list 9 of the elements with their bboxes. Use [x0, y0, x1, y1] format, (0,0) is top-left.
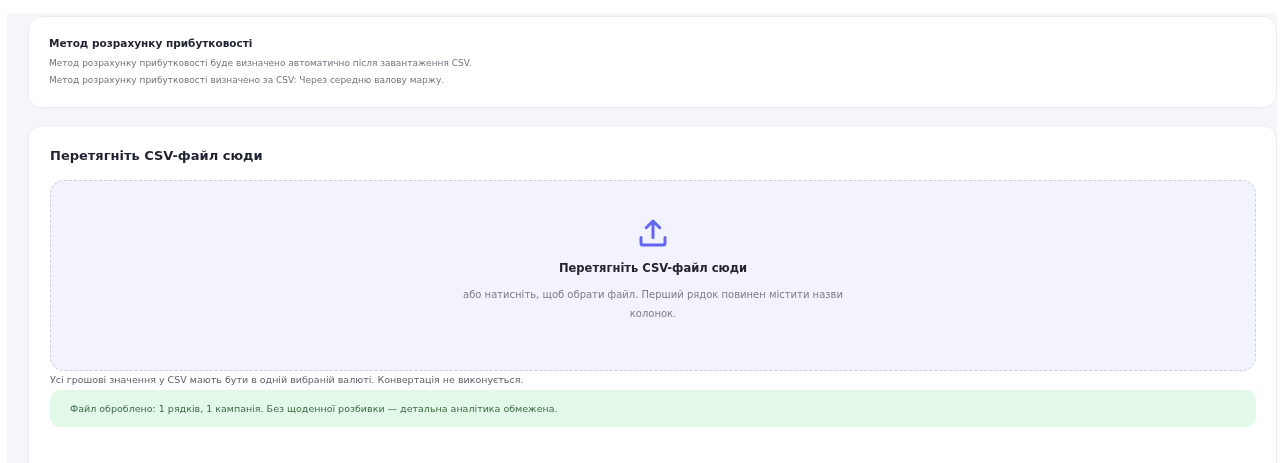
- section-title: Перетягніть CSV-файл сюди: [50, 148, 264, 163]
- info-text: Метод розрахунку прибутковості буде визначено автоматично після завантаження CSV.: [49, 57, 473, 70]
- card-title: Метод розрахунку прибутковості: [49, 37, 254, 49]
- dropzone-hint: або натисніть, щоб обрати файл. Перший рядок повинен містити назви колонок.: [463, 288, 843, 321]
- status-alert: Файл оброблено: 1 рядків, 1 кампанія. Без щоденної розбивки — детальна аналітика обмежена.: [50, 390, 1256, 427]
- dropzone-title: Перетягніть CSV-файл сюди: [558, 261, 748, 275]
- file-dropzone[interactable]: Перетягніть CSV-файл сюди або натисніть, щоб обрати файл. Перший рядок повинен містити назви колонок.: [50, 180, 1256, 371]
- info-text: Метод розрахунку прибутковості визначено за CSV: Через середню валову маржу.: [49, 74, 446, 87]
- currency-note: Усі грошові значення у CSV мають бути в одній вибраній валюті. Конвертація не виконується.: [50, 374, 525, 385]
